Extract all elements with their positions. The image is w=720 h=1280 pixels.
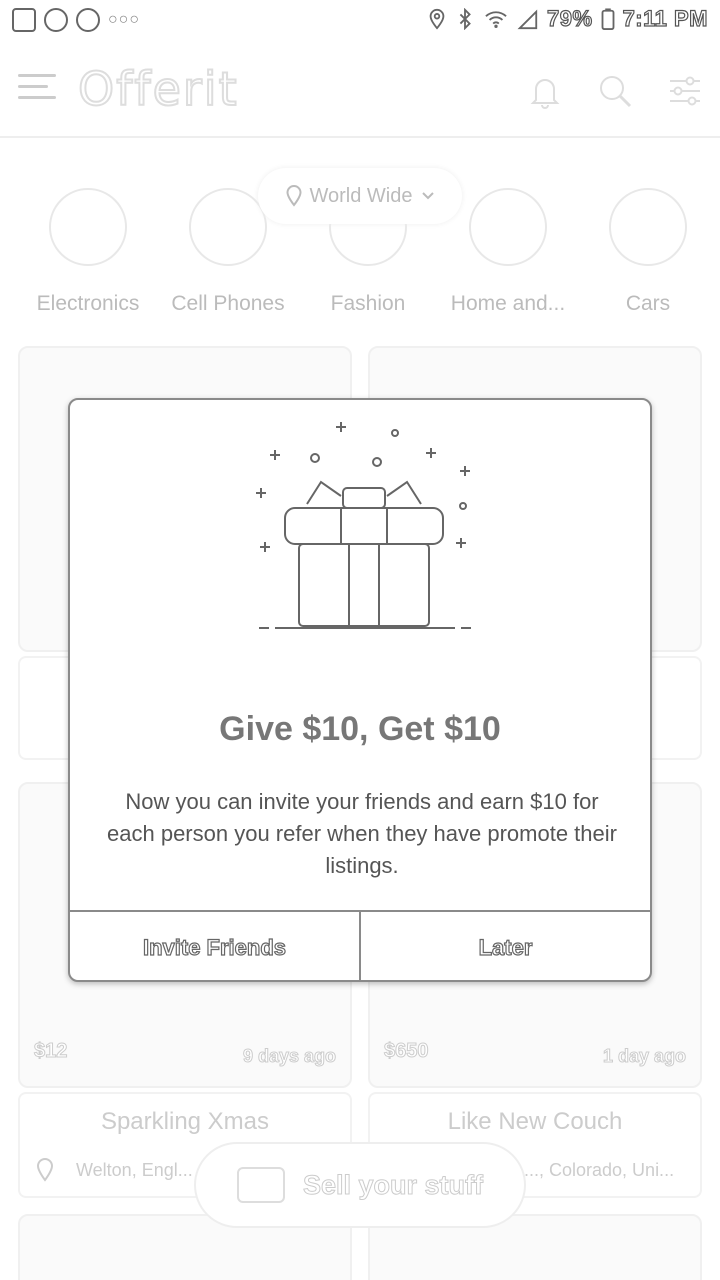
- referral-dialog: Give $10, Get $10 Now you can invite you…: [68, 398, 652, 982]
- dialog-body: Now you can invite your friends and earn…: [107, 789, 617, 878]
- invite-friends-button[interactable]: Invite Friends: [70, 912, 359, 980]
- gift-box-icon: [256, 422, 471, 629]
- dialog-actions: Invite Friends Later: [70, 910, 650, 980]
- dialog-title: Give $10, Get $10: [219, 710, 501, 748]
- later-button[interactable]: Later: [359, 912, 650, 980]
